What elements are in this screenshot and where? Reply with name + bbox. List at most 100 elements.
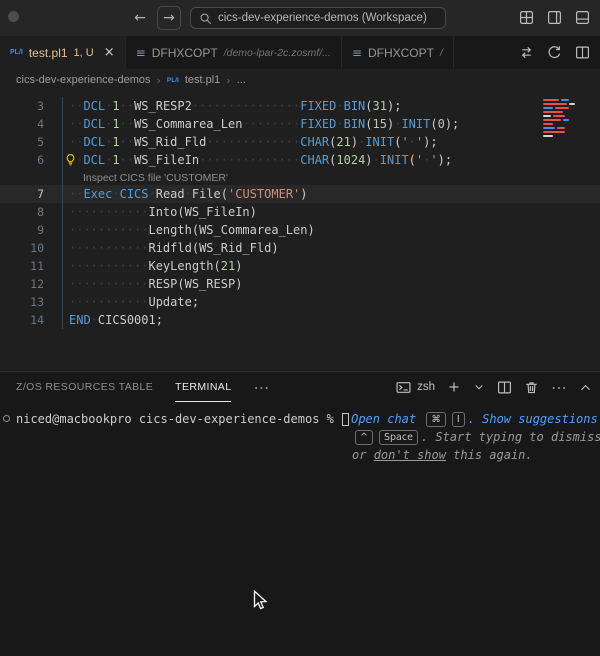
file-icon: ≡ xyxy=(351,45,362,60)
minimap[interactable] xyxy=(543,99,597,137)
code-content: END·CICS0001; xyxy=(62,311,163,329)
chevron-down-icon[interactable] xyxy=(473,381,485,393)
breadcrumb-separator-icon: › xyxy=(226,73,231,87)
pli-file-icon: PL/I xyxy=(166,76,179,84)
mouse-cursor xyxy=(253,589,270,617)
breadcrumb-item[interactable]: ... xyxy=(237,74,246,86)
code-line-11[interactable]: 11 ···········KeyLength(21) xyxy=(0,257,600,275)
forward-arrow-icon[interactable]: → xyxy=(157,6,181,30)
line-number: 9 xyxy=(37,223,44,237)
sync-icon[interactable] xyxy=(547,45,562,60)
panel-tab-terminal[interactable]: TERMINAL xyxy=(175,372,232,402)
line-number: 14 xyxy=(30,313,44,327)
code-content: ··DCL·1··WS_Rid_Fld·············CHAR(21)… xyxy=(62,133,438,151)
keyboard-key: ⌘ xyxy=(426,412,446,427)
toggle-panel-icon[interactable] xyxy=(575,10,590,25)
back-arrow-icon[interactable]: ← xyxy=(128,6,152,30)
trash-icon[interactable] xyxy=(524,380,539,395)
line-number: 3 xyxy=(37,99,44,113)
swap-icon[interactable] xyxy=(519,45,534,60)
tab-dfhxcopt[interactable]: ≡ DFHXCOPT / xyxy=(341,36,454,69)
code-line-7[interactable]: 7 ··Exec·CICS·Read·File('CUSTOMER') xyxy=(0,185,600,203)
panel-tab-z-os-resources-table[interactable]: Z/OS RESOURCES TABLE xyxy=(16,372,153,402)
maximize-panel-icon[interactable] xyxy=(579,381,592,394)
editor-actions xyxy=(519,36,600,69)
line-number: 6 xyxy=(37,153,44,167)
tab-test-pl1[interactable]: PL/I test.pl1 1, U × xyxy=(0,36,126,69)
tab-dfhxcopt[interactable]: ≡ DFHXCOPT/demo-lpar-2c.zosmf/... xyxy=(125,36,342,69)
code-line-5[interactable]: 5 ··DCL·1··WS_Rid_Fld·············CHAR(21… xyxy=(0,133,600,151)
terminal-line: niced@macbookpro cics-dev-experience-dem… xyxy=(3,410,600,428)
terminal-line: ^ Space. Start typing to dismiss xyxy=(16,428,600,446)
bottom-panel: Z/OS RESOURCES TABLE TERMINAL ⋯ zsh ⋯ ni… xyxy=(0,371,600,656)
line-number: 13 xyxy=(30,295,44,309)
code-content: ··DCL·1··WS_Commarea_Len········FIXED·BI… xyxy=(62,115,459,133)
close-icon[interactable]: × xyxy=(104,45,115,60)
line-number: 5 xyxy=(37,135,44,149)
lightbulb-icon[interactable] xyxy=(64,153,78,167)
panel-header: Z/OS RESOURCES TABLE TERMINAL ⋯ zsh ⋯ xyxy=(0,372,600,402)
codelens-action[interactable]: Inspect CICS file 'CUSTOMER' xyxy=(69,172,228,184)
keyboard-key: I xyxy=(451,412,465,427)
code-editor[interactable]: 3 ··DCL·1··WS_RESP2···············FIXED·B… xyxy=(0,91,600,371)
editor-lines: 3 ··DCL·1··WS_RESP2···············FIXED·B… xyxy=(0,97,600,329)
tab-decoration-badge: 1, U xyxy=(73,46,94,59)
panel-actions: zsh ⋯ xyxy=(396,378,592,397)
tab-label: test.pl1 xyxy=(28,45,68,60)
code-line-6[interactable]: 6 ··DCL·1··WS_FileIn··············CHAR(10… xyxy=(0,151,600,169)
pli-file-icon: PL/I xyxy=(10,49,23,56)
new-terminal-plus-icon[interactable] xyxy=(447,380,461,394)
tab-label: DFHXCOPT xyxy=(367,45,434,60)
code-line-3[interactable]: 3 ··DCL·1··WS_RESP2···············FIXED·B… xyxy=(0,97,600,115)
search-icon xyxy=(199,12,212,25)
codelens-row: Inspect CICS file 'CUSTOMER' xyxy=(0,169,600,185)
more-actions-icon[interactable]: ⋯ xyxy=(551,378,567,397)
file-icon: ≡ xyxy=(135,45,146,60)
code-line-4[interactable]: 4 ··DCL·1··WS_Commarea_Len········FIXED·B… xyxy=(0,115,600,133)
code-line-13[interactable]: 13 ···········Update; xyxy=(0,293,600,311)
search-text: cics-dev-experience-demos (Workspace) xyxy=(218,12,427,24)
tab-description: /demo-lpar-2c.zosmf/... xyxy=(223,46,331,59)
code-line-10[interactable]: 10 ···········Ridfld(WS_Rid_Fld) xyxy=(0,239,600,257)
titlebar: ← → cics-dev-experience-demos (Workspace… xyxy=(0,0,600,36)
tab-list: PL/I test.pl1 1, U × ≡ DFHXCOPT/demo-lpar-2c.… xyxy=(0,36,454,69)
line-number: 11 xyxy=(30,259,44,273)
breadcrumb-item[interactable]: cics-dev-experience-demos xyxy=(16,74,151,86)
code-content: ···········Length(WS_Commarea_Len) xyxy=(62,221,315,239)
code-content: ··DCL·1··WS_FileIn··············CHAR(102… xyxy=(62,151,452,169)
code-content: ···········KeyLength(21) xyxy=(62,257,242,275)
breadcrumb-item[interactable]: test.pl1 xyxy=(185,74,220,86)
split-editor-icon[interactable] xyxy=(575,45,590,60)
keyboard-key: Space xyxy=(378,430,418,445)
line-number: 7 xyxy=(37,187,44,201)
keyboard-key: ^ xyxy=(355,430,373,445)
code-line-9[interactable]: 9 ···········Length(WS_Commarea_Len) xyxy=(0,221,600,239)
toggle-secondary-sidebar-icon[interactable] xyxy=(547,10,562,25)
terminal-view[interactable]: niced@macbookpro cics-dev-experience-dem… xyxy=(0,402,600,464)
tab-bar: PL/I test.pl1 1, U × ≡ DFHXCOPT/demo-lpar-2c.… xyxy=(0,36,600,69)
split-terminal-icon[interactable] xyxy=(497,380,512,395)
breadcrumb: cics-dev-experience-demos › PL/I test.pl1 ›.… xyxy=(0,69,600,91)
line-number: 8 xyxy=(37,205,44,219)
command-decoration-icon xyxy=(3,415,10,422)
command-center-search[interactable]: cics-dev-experience-demos (Workspace) xyxy=(190,7,446,29)
shell-label[interactable]: zsh xyxy=(417,381,435,393)
customize-layout-icon[interactable] xyxy=(519,10,534,25)
line-number: 10 xyxy=(30,241,44,255)
code-line-8[interactable]: 8 ···········Into(WS_FileIn) xyxy=(0,203,600,221)
code-content: ···········Ridfld(WS_Rid_Fld) xyxy=(62,239,279,257)
panel-tab-list: Z/OS RESOURCES TABLE TERMINAL xyxy=(16,372,253,402)
code-line-14[interactable]: 14 END·CICS0001; xyxy=(0,311,600,329)
line-number: 12 xyxy=(30,277,44,291)
terminal-line: or don't show this again. xyxy=(352,448,533,462)
tab-description: / xyxy=(439,46,443,59)
code-content: ···········RESP(WS_RESP) xyxy=(62,275,242,293)
terminal-cursor xyxy=(342,413,350,426)
code-content: ···········Into(WS_FileIn) xyxy=(62,203,257,221)
code-line-12[interactable]: 12 ···········RESP(WS_RESP) xyxy=(0,275,600,293)
window-control-icon[interactable] xyxy=(8,11,19,22)
code-content: ··Exec·CICS·Read·File('CUSTOMER') xyxy=(62,185,308,203)
breadcrumb-separator-icon: › xyxy=(156,73,161,87)
panel-more-icon[interactable]: ⋯ xyxy=(253,378,269,397)
terminal-shell-icon xyxy=(396,380,411,395)
